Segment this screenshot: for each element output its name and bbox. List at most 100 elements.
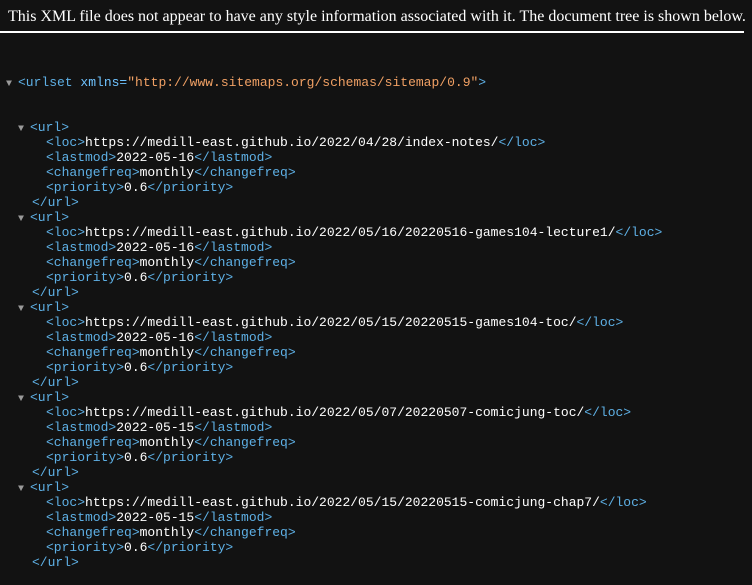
loc-value: https://medill-east.github.io/2022/05/07… xyxy=(85,405,585,420)
changefreq-close-tag: </changefreq> xyxy=(194,255,296,270)
url-open-tag: <url> xyxy=(30,480,70,495)
lastmod-open-tag: <lastmod> xyxy=(46,510,117,525)
changefreq-close-tag: </changefreq> xyxy=(194,435,296,450)
loc-line: <loc>https://medill-east.github.io/2022/… xyxy=(6,315,750,330)
url-open-tag: <url> xyxy=(30,390,70,405)
loc-close-tag: </loc> xyxy=(498,135,546,150)
url-close-tag: </url> xyxy=(32,465,79,480)
changefreq-line: <changefreq>monthly</changefreq> xyxy=(6,165,750,180)
changefreq-open-tag: <changefreq> xyxy=(46,345,140,360)
xml-notice-text: This XML file does not appear to have an… xyxy=(8,8,746,25)
triangle-down-icon[interactable]: ▼ xyxy=(18,482,30,497)
triangle-down-icon[interactable]: ▼ xyxy=(18,212,30,227)
triangle-down-icon[interactable]: ▼ xyxy=(18,302,30,317)
triangle-down-icon[interactable]: ▼ xyxy=(18,392,30,407)
priority-open-tag: <priority> xyxy=(46,360,125,375)
priority-close-tag: </priority> xyxy=(147,180,234,195)
url-close-tag: </url> xyxy=(32,285,79,300)
url-close-line: </url> xyxy=(6,285,750,300)
url-close-tag: </url> xyxy=(32,555,79,570)
priority-value: 0.6 xyxy=(124,270,148,285)
xml-document-tree: ▼ <urlset xmlns="http://www.sitemaps.org/… xyxy=(6,45,750,585)
loc-line: <loc>https://medill-east.github.io/2022/… xyxy=(6,495,750,510)
loc-value: https://medill-east.github.io/2022/05/15… xyxy=(85,495,600,510)
lastmod-open-tag: <lastmod> xyxy=(46,420,117,435)
changefreq-line: <changefreq>monthly</changefreq> xyxy=(6,345,750,360)
urlset-open-prefix: <urlset xyxy=(18,75,81,90)
xml-notice: This XML file does not appear to have an… xyxy=(0,0,752,34)
triangle-down-icon[interactable]: ▼ xyxy=(6,77,18,92)
urlset-xmlns-value: "http://www.sitemaps.org/schemas/sitemap… xyxy=(127,75,479,90)
changefreq-close-tag: </changefreq> xyxy=(194,165,296,180)
changefreq-close-tag: </changefreq> xyxy=(194,345,296,360)
loc-open-tag: <loc> xyxy=(46,315,86,330)
url-open-tag: <url> xyxy=(30,210,70,225)
changefreq-open-tag: <changefreq> xyxy=(46,165,140,180)
loc-open-tag: <loc> xyxy=(46,135,86,150)
priority-open-tag: <priority> xyxy=(46,450,125,465)
url-close-line: </url> xyxy=(6,465,750,480)
changefreq-value: monthly xyxy=(139,345,195,360)
lastmod-value: 2022-05-16 xyxy=(116,240,195,255)
lastmod-close-tag: </lastmod> xyxy=(194,420,273,435)
url-close-tag: </url> xyxy=(32,375,79,390)
loc-close-tag: </loc> xyxy=(599,495,647,510)
loc-close-tag: </loc> xyxy=(615,225,663,240)
priority-value: 0.6 xyxy=(124,360,148,375)
lastmod-close-tag: </lastmod> xyxy=(194,150,273,165)
changefreq-line: <changefreq>monthly</changefreq> xyxy=(6,435,750,450)
loc-line: <loc>https://medill-east.github.io/2022/… xyxy=(6,405,750,420)
lastmod-value: 2022-05-16 xyxy=(116,330,195,345)
url-close-line: </url> xyxy=(6,375,750,390)
priority-close-tag: </priority> xyxy=(147,450,234,465)
lastmod-open-tag: <lastmod> xyxy=(46,150,117,165)
lastmod-open-tag: <lastmod> xyxy=(46,240,117,255)
url-close-line: </url> xyxy=(6,195,750,210)
loc-value: https://medill-east.github.io/2022/04/28… xyxy=(85,135,499,150)
priority-line: <priority>0.6</priority> xyxy=(6,180,750,195)
lastmod-value: 2022-05-15 xyxy=(116,420,195,435)
lastmod-line: <lastmod>2022-05-15</lastmod> xyxy=(6,510,750,525)
urlset-xmlns-attr: xmlns= xyxy=(80,75,128,90)
priority-value: 0.6 xyxy=(124,540,148,555)
changefreq-value: monthly xyxy=(139,255,195,270)
changefreq-value: monthly xyxy=(139,435,195,450)
loc-open-tag: <loc> xyxy=(46,225,86,240)
urlset-open-line: ▼ <urlset xmlns="http://www.sitemaps.org/… xyxy=(6,75,750,90)
loc-value: https://medill-east.github.io/2022/05/15… xyxy=(85,315,577,330)
url-open-line: ▼ <url> xyxy=(6,390,750,405)
triangle-down-icon[interactable]: ▼ xyxy=(18,122,30,137)
url-close-tag: </url> xyxy=(32,195,79,210)
changefreq-value: monthly xyxy=(139,525,195,540)
loc-close-tag: </loc> xyxy=(576,315,624,330)
lastmod-line: <lastmod>2022-05-15</lastmod> xyxy=(6,420,750,435)
priority-close-tag: </priority> xyxy=(147,360,234,375)
url-open-line: ▼ <url> xyxy=(6,480,750,495)
header-divider xyxy=(0,31,744,33)
url-close-line: </url> xyxy=(6,555,750,570)
priority-line: <priority>0.6</priority> xyxy=(6,360,750,375)
url-entry: ▼ <url> <loc>https://medill-east.github.io… xyxy=(6,300,750,390)
loc-open-tag: <loc> xyxy=(46,495,86,510)
loc-value: https://medill-east.github.io/2022/05/16… xyxy=(85,225,616,240)
priority-line: <priority>0.6</priority> xyxy=(6,270,750,285)
urlset-open-suffix: > xyxy=(478,75,487,90)
priority-value: 0.6 xyxy=(124,450,148,465)
lastmod-value: 2022-05-16 xyxy=(116,150,195,165)
url-open-line: ▼ <url> xyxy=(6,120,750,135)
url-entry: ▼ <url> <loc>https://medill-east.github.io… xyxy=(6,120,750,210)
changefreq-open-tag: <changefreq> xyxy=(46,435,140,450)
lastmod-line: <lastmod>2022-05-16</lastmod> xyxy=(6,240,750,255)
priority-open-tag: <priority> xyxy=(46,180,125,195)
url-entries: ▼ <url> <loc>https://medill-east.github.io… xyxy=(6,120,750,570)
changefreq-line: <changefreq>monthly</changefreq> xyxy=(6,255,750,270)
priority-close-tag: </priority> xyxy=(147,270,234,285)
url-open-line: ▼ <url> xyxy=(6,300,750,315)
loc-line: <loc>https://medill-east.github.io/2022/… xyxy=(6,225,750,240)
url-open-line: ▼ <url> xyxy=(6,210,750,225)
lastmod-close-tag: </lastmod> xyxy=(194,510,273,525)
url-entry: ▼ <url> <loc>https://medill-east.github.io… xyxy=(6,480,750,570)
priority-line: <priority>0.6</priority> xyxy=(6,540,750,555)
priority-open-tag: <priority> xyxy=(46,270,125,285)
loc-line: <loc>https://medill-east.github.io/2022/… xyxy=(6,135,750,150)
